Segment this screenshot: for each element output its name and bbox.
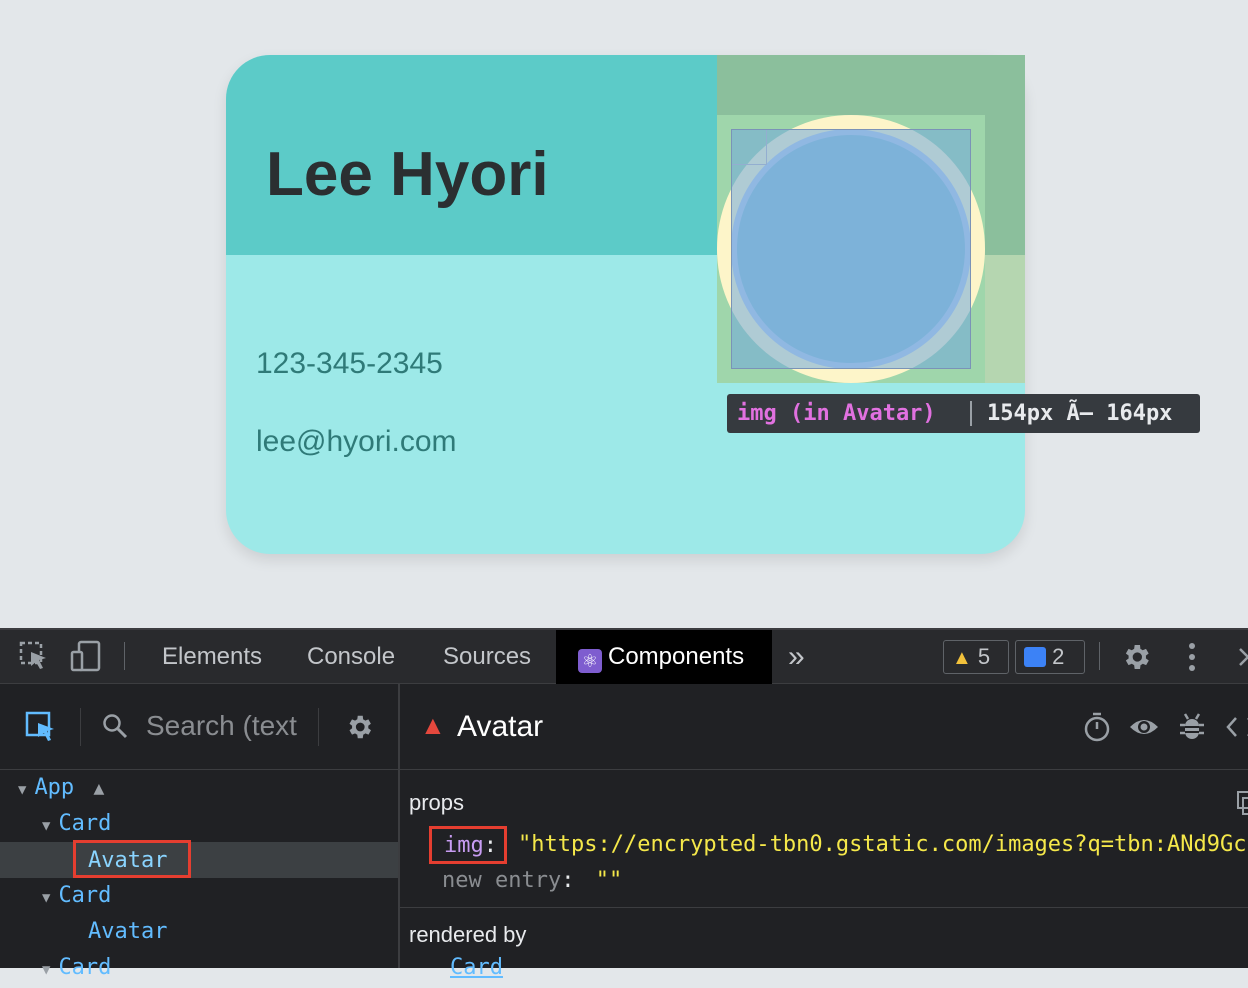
chevron-down-icon[interactable]: ▼ [18,782,26,798]
message-icon [1024,647,1046,667]
close-icon[interactable] [1236,644,1248,670]
prop-key-label: img [444,833,484,858]
tab-components-label: Components [608,643,745,670]
prop-value-img[interactable]: "https://encrypted-tbn0.gstatic.com/imag… [518,832,1248,857]
tree-item-card[interactable]: ▼ Card [42,950,111,986]
card-phone: 123-345-2345 [256,347,443,380]
section-divider [400,907,1248,908]
tooltip-size: 154px Ã— 164px [987,401,1173,426]
messages-count: 2 [1052,644,1065,669]
selected-component-name: Avatar [457,710,544,743]
select-component-icon[interactable] [24,710,58,744]
bug-icon[interactable] [1178,711,1206,743]
tree-item-avatar-selected[interactable]: Avatar [73,840,191,878]
props-section-title: props [409,790,465,815]
chevron-down-icon[interactable]: ▼ [42,818,50,834]
tree-item-card[interactable]: ▼ Card [42,878,111,914]
tree-item-label: App [34,775,75,800]
tab-elements[interactable]: Elements [162,630,262,684]
tree-item-label: Avatar [88,919,168,944]
warnings-count: 5 [977,644,991,669]
card-name: Lee Hyori [266,140,549,209]
tree-item-avatar[interactable]: Avatar [88,914,167,950]
eye-icon[interactable] [1128,714,1160,740]
source-code-icon[interactable] [1226,714,1248,740]
tree-item-card[interactable]: ▼ Card [42,806,111,842]
new-entry-row[interactable]: new entry: "" [442,868,622,893]
tree-settings-gear-icon[interactable] [344,712,374,742]
inspect-element-icon[interactable] [18,640,50,672]
search-input[interactable] [146,706,306,746]
chevron-down-icon[interactable]: ▼ [42,890,50,906]
tooltip-element-name: img (in Avatar) [737,401,936,426]
messages-badge[interactable]: 2 [1015,640,1085,674]
error-icon: ▲ [420,710,446,740]
settings-gear-icon[interactable] [1120,641,1152,673]
inspect-tooltip: img (in Avatar) 154px Ã— 164px [727,394,1200,433]
new-entry-colon: : [561,868,588,893]
tree-item-app[interactable]: ▼ App ▲ [18,770,104,806]
tree-item-label: Card [58,883,112,908]
new-entry-label: new entry [442,868,562,893]
tab-console[interactable]: Console [307,630,395,684]
search-icon [101,712,129,740]
timer-icon[interactable] [1082,711,1112,743]
warnings-badge[interactable]: ▲ 5 [943,640,1009,674]
card-email: lee@hyori.com [256,425,457,458]
tree-item-label: Avatar [88,848,168,873]
tree-selected-row-bg [0,842,398,878]
search-divider [80,708,81,746]
tooltip-separator [970,401,972,426]
tab-sources[interactable]: Sources [443,630,531,684]
rendered-by-title: rendered by [409,922,527,947]
details-header: ▲ Avatar [400,684,1248,770]
tab-components[interactable]: ⚛ Components [556,630,772,684]
warning-icon: ▲ [93,778,105,799]
device-toolbar-icon[interactable] [70,640,104,672]
chevron-down-icon[interactable]: ▼ [42,962,50,978]
react-icon: ⚛ [578,649,602,673]
toolbar-divider-2 [1099,642,1100,670]
highlight-content [731,129,971,369]
tree-item-label: Card [58,811,112,836]
new-entry-value: "" [595,868,623,893]
warning-icon: ▲ [952,647,972,669]
copy-icon[interactable] [1236,790,1248,816]
prop-key-img[interactable]: img: [429,826,507,864]
search-divider-2 [318,708,319,746]
highlight-corner [732,130,767,165]
toolbar-divider [124,642,125,670]
tree-search-row [0,684,400,770]
prop-key-colon: : [483,833,497,858]
more-tabs-button[interactable]: » [788,630,805,684]
more-options-icon[interactable] [1180,640,1204,674]
